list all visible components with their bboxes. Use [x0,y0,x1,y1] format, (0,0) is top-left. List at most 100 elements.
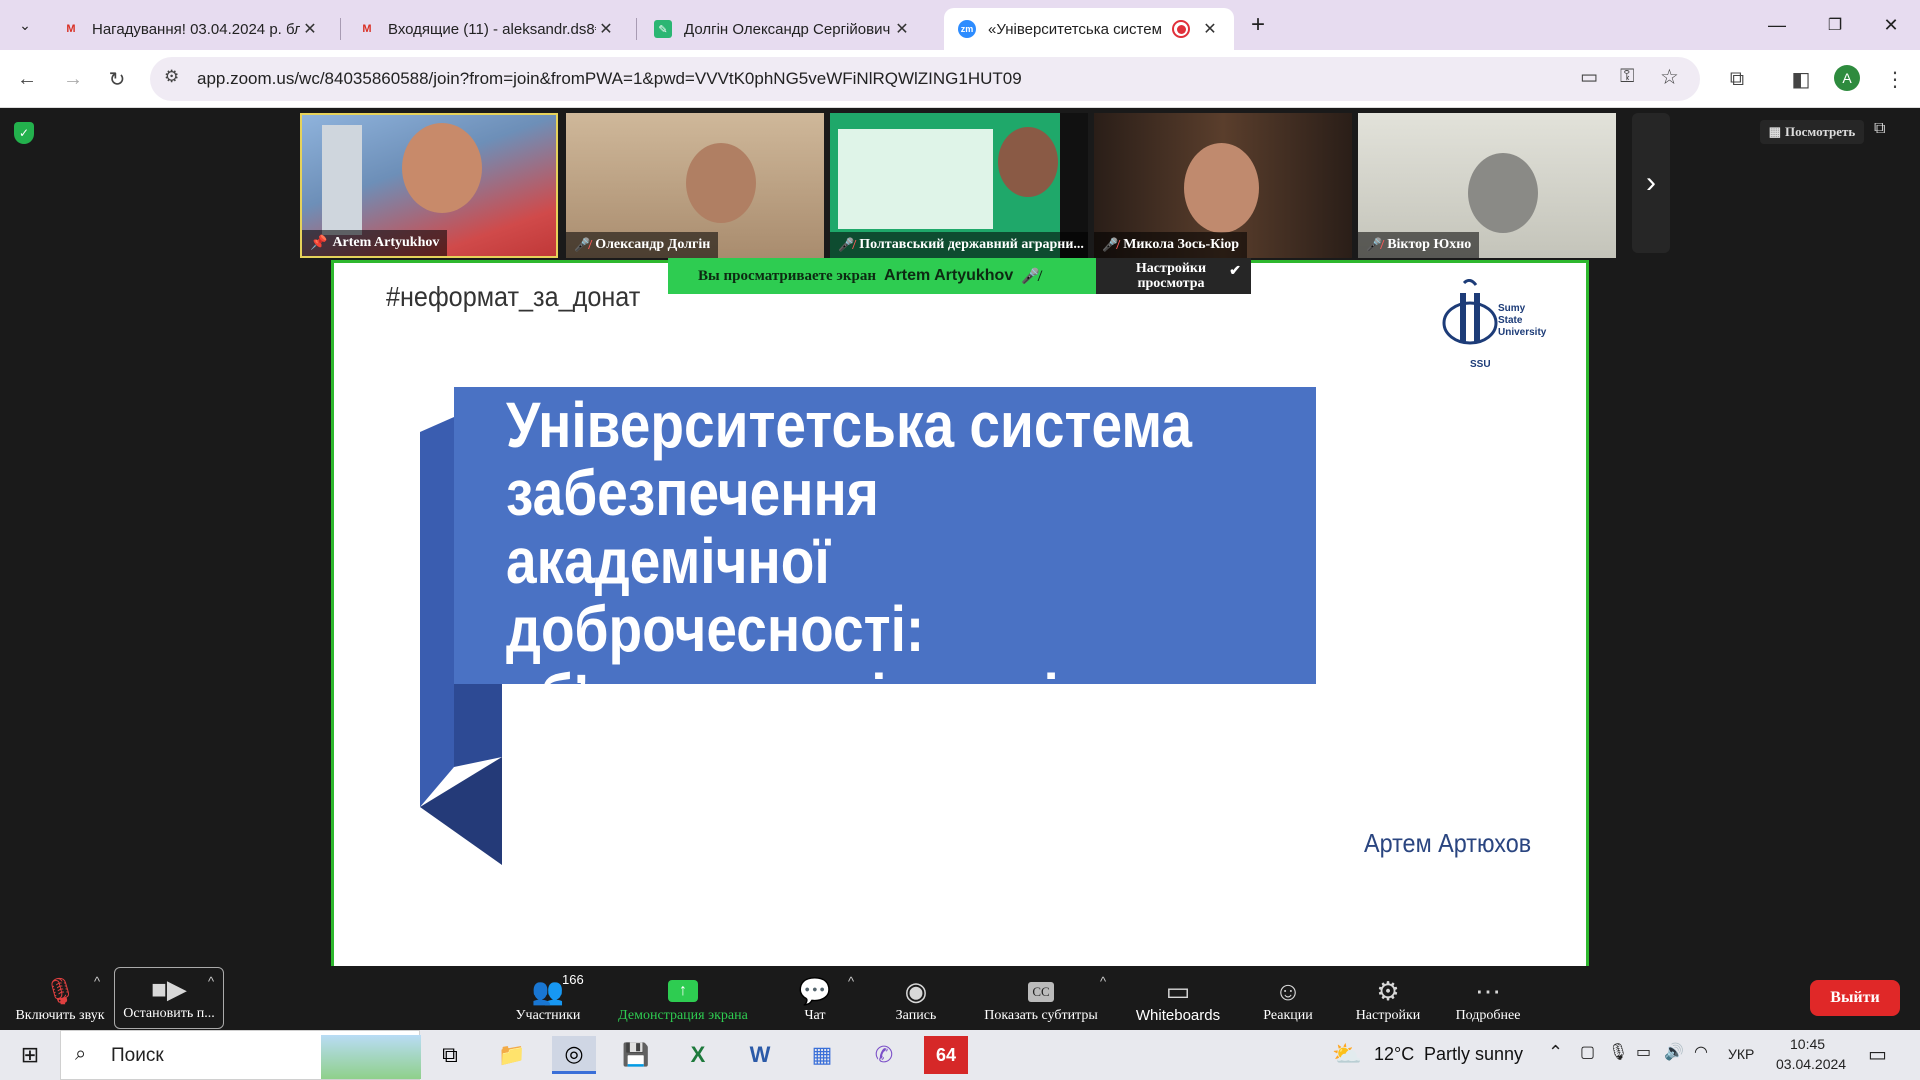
notifications-icon[interactable]: ▭ [1868,1042,1887,1067]
participant-name: 🎤̸ Віктор Юхно [1358,232,1480,258]
captions-options-caret-icon[interactable]: ^ [1100,974,1106,989]
new-tab-button[interactable]: + [1230,8,1286,42]
participants-count: 166 [562,972,584,987]
slide-title-box: Університетська система забезпечення ака… [454,387,1316,799]
captions-button[interactable]: CC Показать субтитры [976,966,1106,1030]
participant-tile[interactable]: 🎤̸ Микола Зось-Кіор [1094,113,1352,258]
excel-icon[interactable]: X [676,1036,720,1074]
save-disk-icon[interactable]: 💾 [614,1036,658,1074]
site-settings-icon[interactable]: ⚙ [164,67,179,87]
back-icon[interactable]: ← [12,64,42,94]
extensions-icon[interactable]: ⧉ [1722,64,1752,94]
muted-mic-icon: 🎤̸ [1366,237,1383,252]
share-screen-label: Демонстрация экрана [618,1008,748,1023]
word-icon[interactable]: W [738,1036,782,1074]
calculator-icon[interactable]: ▦ [800,1036,844,1074]
taskbar-search-box[interactable]: ⌕ Поиск [60,1030,421,1080]
tab-search-chevron-icon[interactable]: ⌄ [6,8,44,42]
weather-icon[interactable]: ⛅ [1332,1040,1362,1069]
close-tab-icon[interactable]: ✕ [596,19,616,39]
chat-icon: 💬 [798,977,832,1006]
browser-tab-4-active[interactable]: zm «Університетська система ✕ [944,8,1234,50]
encryption-shield-icon[interactable]: ✓ [14,122,34,144]
wifi-icon[interactable]: ◠ [1694,1042,1708,1062]
windows-start-icon[interactable]: ⊞ [8,1036,52,1074]
forward-icon[interactable]: → [58,64,88,94]
weather-desc[interactable]: Partly sunny [1424,1044,1523,1065]
close-window-icon[interactable]: ✕ [1862,8,1920,42]
profile-avatar[interactable]: A [1834,65,1860,91]
banner-text: Вы просматриваете экран [698,267,877,284]
close-tab-icon[interactable]: ✕ [1200,19,1220,39]
zoom-meeting: ✓ 📌 Artem Artyukhov 🎤̸ Олександр Долгін 🎤̸… [0,108,1920,1074]
settings-button[interactable]: ⚙ Настройки [1348,966,1428,1030]
shared-screen: #неформат_за_донат Sumy State University… [331,260,1589,1074]
tab-title: Входящие (11) - aleksandr.ds8€ [388,20,596,38]
bookmark-star-icon[interactable]: ☆ [1660,65,1679,90]
input-language[interactable]: УКР [1728,1046,1754,1062]
side-panel-icon[interactable]: ◧ [1786,64,1816,94]
chrome-icon[interactable]: ◎ [552,1036,596,1074]
university-logo: Sumy State University SSU [1440,278,1550,375]
viber-icon[interactable]: ✆ [862,1036,906,1074]
reload-icon[interactable]: ↻ [102,64,132,94]
task-view-icon[interactable]: ⧉ [428,1036,472,1074]
reactions-button[interactable]: ☺ Реакции [1256,966,1320,1030]
muted-mic-icon: 🎤̸ [1102,237,1119,252]
muted-mic-icon: 🎤̸ [1021,268,1040,285]
more-button[interactable]: ⋯ Подробнее [1448,966,1528,1030]
microphone-icon[interactable]: 🎙 [1608,1042,1628,1062]
chat-button[interactable]: 💬 Чат [790,966,840,1030]
share-screen-button[interactable]: ↑ Демонстрация экрана [608,966,758,1030]
tray-chevron-icon[interactable]: ⌃ [1548,1042,1563,1063]
close-tab-icon[interactable]: ✕ [300,19,320,39]
video-options-caret-icon[interactable]: ^ [208,974,214,989]
participants-label: Участники [515,1008,581,1023]
close-tab-icon[interactable]: ✕ [892,19,912,39]
gear-icon: ⚙ [1376,977,1400,1006]
participant-name: 🎤̸ Полтавський державний аграрни... [830,232,1088,258]
view-settings-button[interactable]: Настройки просмотра ✔ [1096,258,1251,294]
browser-menu-icon[interactable]: ⋮ [1880,64,1910,94]
logo-abbr: SSU [1470,359,1491,370]
weather-temp[interactable]: 12°C [1374,1044,1414,1065]
settings-label: Настройки [1355,1008,1421,1023]
participant-tile[interactable]: 🎤̸ Олександр Долгін [566,113,824,258]
chat-options-caret-icon[interactable]: ^ [848,974,854,989]
app-64-icon[interactable]: 64 [924,1036,968,1074]
leave-meeting-button[interactable]: Выйти [1810,980,1900,1016]
whiteboards-button[interactable]: ▭ Whiteboards [1126,966,1230,1030]
password-key-icon[interactable]: ⚿ [1620,66,1634,88]
audio-options-caret-icon[interactable]: ^ [94,974,100,989]
participant-tile[interactable]: 📌 Artem Artyukhov [300,113,558,258]
clock-time[interactable]: 10:45 [1790,1036,1825,1052]
tab-title: «Університетська система [988,20,1162,38]
record-button[interactable]: ◉ Запись [884,966,948,1030]
participant-tile[interactable]: 🎤̸ Віктор Юхно [1358,113,1616,258]
gmail-icon: M [66,23,76,35]
browser-tab-3[interactable]: ✎ Долгін Олександр Сергійович ✕ [640,8,926,50]
volume-icon[interactable]: 🔊 [1664,1042,1684,1062]
next-page-chevron-icon[interactable]: › [1632,113,1670,253]
clock-date[interactable]: 03.04.2024 [1776,1056,1846,1072]
tray-meet-icon[interactable]: ▢ [1580,1042,1595,1062]
file-explorer-icon[interactable]: 📁 [490,1036,534,1074]
view-button[interactable]: ▦ Посмотреть [1760,120,1864,144]
url-text[interactable]: app.zoom.us/wc/84035860588/join?from=joi… [197,69,1022,89]
whiteboard-icon: ▭ [1165,976,1191,1006]
browser-tab-2[interactable]: M Входящие (11) - aleksandr.ds8€ ✕ [344,8,630,50]
address-bar[interactable]: ⚙ app.zoom.us/wc/84035860588/join?from=j… [150,57,1700,101]
muted-mic-icon: 🎙 [43,977,77,1006]
grid-icon: ▦ [1768,124,1782,139]
minimize-icon[interactable]: — [1748,8,1806,42]
slide-hashtag: #неформат_за_донат [386,281,641,312]
zoom-icon: zm [958,20,976,38]
participant-tile[interactable]: 🎤̸ Полтавський державний аграрни... [830,113,1088,258]
camera-icon[interactable]: ▭ [1580,66,1598,89]
restore-icon[interactable]: ❐ [1806,8,1864,42]
battery-icon[interactable]: ▭ [1636,1042,1651,1062]
fullscreen-icon[interactable]: ⧉ [1874,120,1898,144]
logo-text: Sumy State University [1498,303,1547,338]
browser-tab-1[interactable]: M Нагадування! 03.04.2024 р. бла ✕ [48,8,334,50]
view-settings-label: Настройки просмотра [1135,261,1207,291]
